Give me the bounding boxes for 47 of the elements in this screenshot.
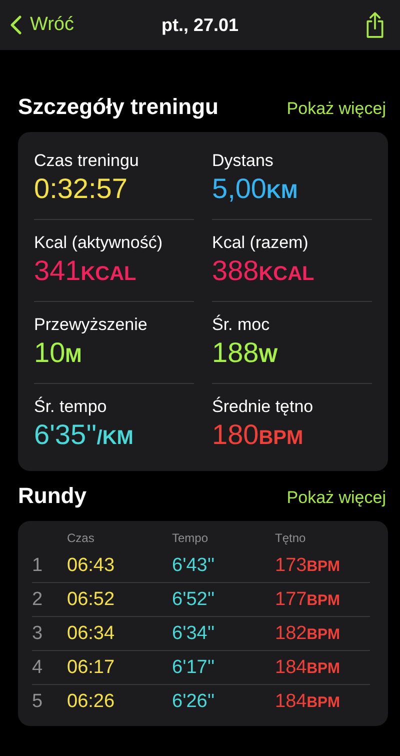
metric-label: Śr. moc (212, 315, 271, 335)
lap-time: 06:26 (67, 690, 116, 712)
metric-label: Kcal (aktywność) (34, 233, 164, 253)
lap-time: 06:34 (67, 622, 116, 644)
lap-heart-rate: 182BPM (275, 622, 342, 644)
lap-number: 3 (32, 622, 44, 644)
lap-heart-rate: 177BPM (275, 588, 342, 610)
back-chevron-icon (10, 15, 22, 35)
lap-number: 4 (32, 656, 44, 678)
lap-heart-rate: 173BPM (275, 554, 342, 576)
metric-value: 341KCAL (34, 255, 138, 287)
metric-label: Średnie tętno (212, 397, 314, 417)
column-header: Tętno (275, 531, 307, 545)
lap-pace: 6'34'' (172, 622, 216, 644)
metric-value: 388KCAL (212, 255, 316, 287)
column-header: Tempo (172, 531, 210, 545)
show-more-link[interactable]: Pokaż więcej (286, 488, 386, 508)
lap-number: 2 (32, 588, 44, 610)
lap-time: 06:52 (67, 588, 116, 610)
metric-value: 6'35''/KM (34, 419, 134, 451)
lap-time: 06:17 (67, 656, 116, 678)
metric-value: 0:32:57 (34, 173, 128, 205)
lap-pace: 6'43'' (172, 554, 216, 576)
show-more-link[interactable]: Pokaż więcej (286, 99, 386, 119)
metric-label: Czas treningu (34, 151, 140, 171)
lap-number: 5 (32, 690, 44, 712)
lap-pace: 6'26'' (172, 690, 216, 712)
lap-pace: 6'17'' (172, 656, 216, 678)
metric-value: 10M (34, 337, 83, 369)
share-icon[interactable] (364, 11, 386, 39)
metric-value: 188W (212, 337, 279, 369)
metric-label: Dystans (212, 151, 274, 171)
metric-label: Kcal (razem) (212, 233, 310, 253)
lap-time: 06:43 (67, 554, 116, 576)
metric-label: Śr. tempo (34, 397, 108, 417)
metric-value: 5,00KM (212, 173, 299, 205)
lap-heart-rate: 184BPM (275, 690, 342, 712)
lap-pace: 6'52'' (172, 588, 216, 610)
lap-number: 1 (32, 554, 44, 576)
metric-label: Przewyższenie (34, 315, 148, 335)
section-title: Rundy (18, 483, 86, 509)
column-header: Czas (67, 531, 96, 545)
lap-heart-rate: 184BPM (275, 656, 342, 678)
screen-title: pt., 27.01 (161, 14, 239, 36)
metric-value: 180BPM (212, 419, 304, 451)
section-title: Szczegóły treningu (18, 94, 218, 120)
back-button[interactable]: Wróć (10, 14, 74, 36)
